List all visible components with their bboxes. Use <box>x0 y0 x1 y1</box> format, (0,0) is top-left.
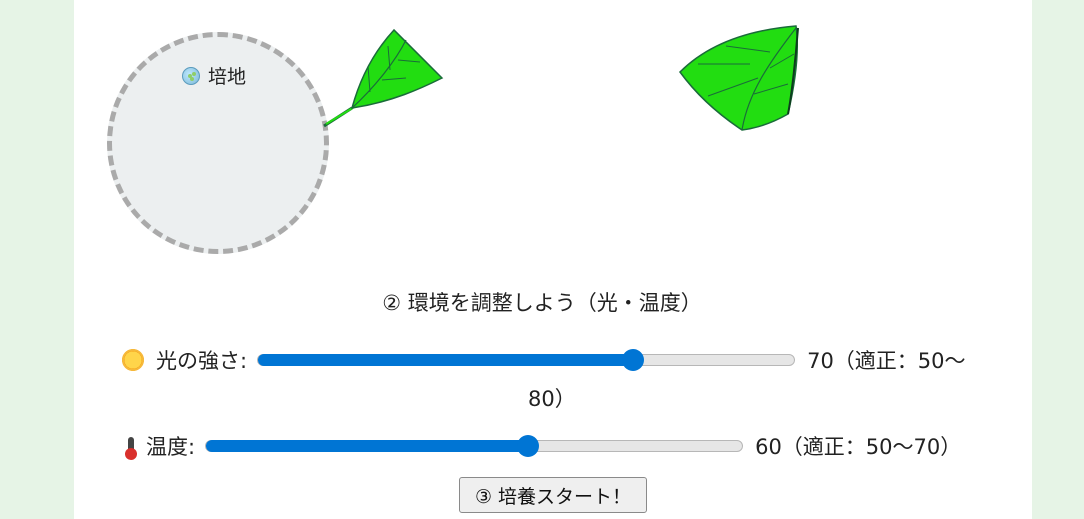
step2-title: ② 環境を調整しよう（光・温度） <box>382 291 702 315</box>
light-slider[interactable] <box>257 349 796 371</box>
leaf-piece-2[interactable] <box>678 24 802 132</box>
temperature-label: 温度: <box>146 435 196 459</box>
light-row: 光の強さ: 70（適正：50〜 <box>122 345 966 375</box>
temperature-slider-thumb[interactable] <box>516 435 539 457</box>
petri-dish-label-text: 培地 <box>208 66 247 88</box>
temperature-slider-fill <box>206 440 528 452</box>
temperature-value-text: 60（適正：50〜70） <box>755 435 962 459</box>
thermometer-icon <box>125 437 137 460</box>
start-culture-button[interactable]: ③ 培養スタート！ <box>459 477 647 513</box>
light-slider-thumb[interactable] <box>622 349 645 371</box>
light-label: 光の強さ: <box>156 349 248 373</box>
sun-icon <box>122 349 144 371</box>
temperature-row: 温度: 60（適正：50〜70） <box>122 431 961 461</box>
light-slider-fill <box>258 354 634 366</box>
light-value-text: 70（適正：50〜 <box>807 349 966 373</box>
light-value-text-wrap: 80） <box>528 387 576 411</box>
petri-dish-label: 培地 <box>182 62 246 89</box>
temperature-slider[interactable] <box>205 435 744 457</box>
leaf-piece-1[interactable] <box>322 26 446 130</box>
petri-dish-icon <box>182 66 200 85</box>
